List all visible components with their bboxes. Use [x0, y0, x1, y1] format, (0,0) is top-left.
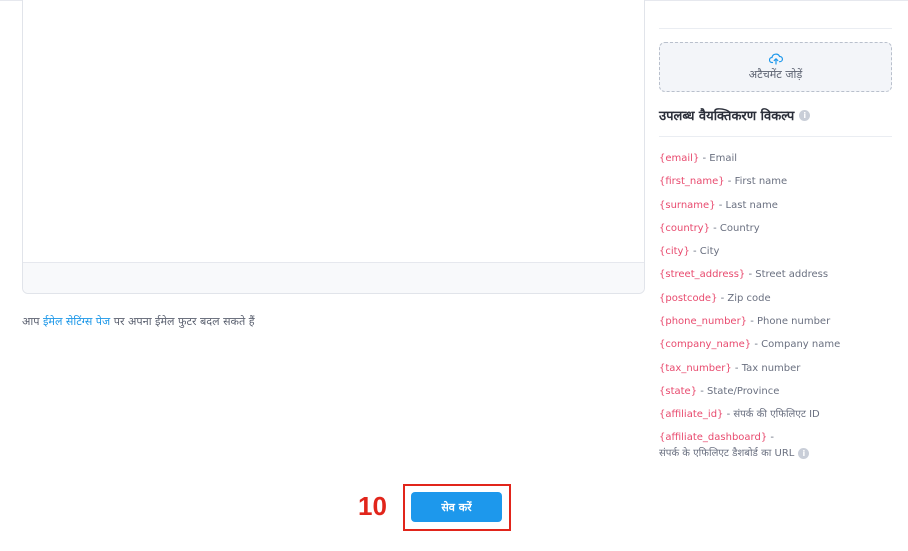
- attachment-label: अटैचमेंट जोड़ें: [748, 67, 803, 81]
- token-code: {email}: [659, 153, 700, 164]
- info-icon[interactable]: i: [799, 109, 811, 121]
- email-editor[interactable]: [22, 0, 645, 294]
- token-item: {state} - State/Province: [659, 385, 899, 408]
- token-description: - संपर्क की एफिलिएट ID: [723, 409, 820, 421]
- token-item: {company_name} - Company name: [659, 338, 899, 361]
- token-code: {affiliate_id}: [659, 409, 724, 421]
- token-item: {first_name} - First name: [659, 175, 899, 198]
- token-description: - City: [689, 246, 720, 258]
- info-icon[interactable]: i: [798, 448, 810, 459]
- token-item: {tax_number} - Tax number: [659, 362, 899, 385]
- token-item: {postcode} - Zip code: [659, 292, 899, 315]
- token-code: {company_name}: [659, 339, 752, 351]
- token-code: {tax_number}: [659, 362, 732, 374]
- token-code: {country}: [659, 222, 710, 234]
- affiliate-dashboard-description: संपर्क के एफिलिएट डैशबोर्ड का URL i: [659, 447, 810, 460]
- token-description: - Country: [709, 222, 760, 234]
- token-code: {state}: [659, 385, 698, 397]
- token-description: - Tax number: [731, 362, 801, 374]
- token-code: {surname}: [659, 199, 716, 211]
- sidebar-divider: [659, 28, 892, 29]
- cloud-upload-icon: [768, 53, 783, 65]
- token-code: {city}: [659, 246, 690, 258]
- token-code: {street_address}: [659, 269, 746, 281]
- personalization-options-title: उपलब्ध वैयक्तिकरण विकल्प i: [659, 106, 811, 124]
- token-description: - Last name: [715, 199, 778, 211]
- token-description: - First name: [724, 176, 788, 188]
- options-divider: [659, 136, 892, 137]
- token-item: {country} - Country: [659, 222, 899, 245]
- token-item: {city} - City: [659, 245, 899, 268]
- footer-settings-note: आप ईमेल सेटिंग्स पेज पर अपना ईमेल फुटर ब…: [22, 314, 255, 329]
- token-code: {postcode}: [659, 292, 718, 304]
- add-attachment-button[interactable]: अटैचमेंट जोड़ें: [659, 42, 892, 92]
- footer-note-suffix: पर अपना ईमेल फुटर बदल सकते हैं: [110, 315, 255, 328]
- token-description: - Phone number: [747, 316, 831, 328]
- token-item: {email} - Email: [659, 152, 899, 175]
- token-description: - State/Province: [697, 385, 780, 397]
- editor-status-bar: [23, 262, 644, 293]
- personalization-title-text: उपलब्ध वैयक्तिकरण विकल्प: [659, 109, 795, 124]
- token-item: {phone_number} - Phone number: [659, 315, 899, 338]
- token-description: - Company name: [751, 339, 841, 351]
- token-item: {affiliate_id} - संपर्क की एफिलिएट ID: [659, 408, 899, 431]
- personalization-token-list: {email} - Email {first_name} - First name…: [659, 152, 899, 432]
- token-description: -: [767, 432, 774, 443]
- token-code: {phone_number}: [659, 316, 748, 328]
- affiliate-dashboard-desc-text: संपर्क के एफिलिएट डैशबोर्ड का URL: [659, 448, 795, 459]
- token-code: {affiliate_dashboard}: [659, 432, 768, 443]
- footer-note-prefix: आप: [22, 315, 43, 328]
- token-code: {first_name}: [659, 176, 725, 188]
- token-item: {street_address} - Street address: [659, 268, 899, 291]
- save-button[interactable]: सेव करें: [411, 492, 502, 522]
- token-item: {surname} - Last name: [659, 199, 899, 222]
- token-affiliate-dashboard: {affiliate_dashboard} -: [659, 431, 774, 444]
- token-description: - Zip code: [717, 292, 771, 304]
- step-number-annotation: 10: [358, 491, 387, 521]
- token-description: - Street address: [745, 269, 829, 281]
- token-description: - Email: [699, 153, 738, 164]
- editor-content-area[interactable]: [23, 0, 644, 264]
- email-settings-link[interactable]: ईमेल सेटिंग्स पेज: [43, 315, 110, 328]
